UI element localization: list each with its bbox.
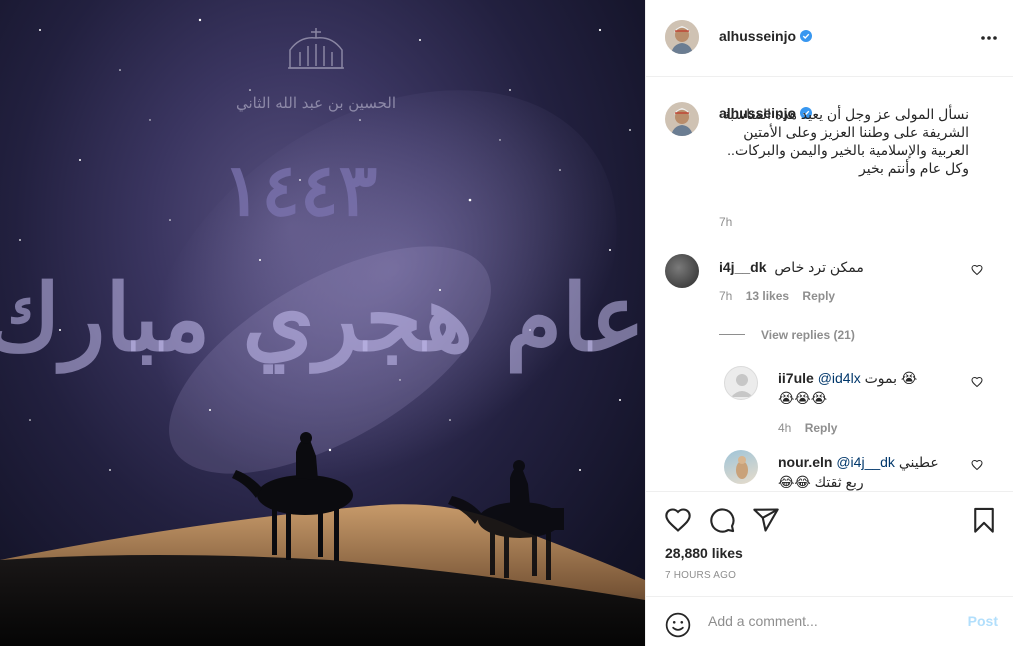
add-comment-bar: Post xyxy=(646,596,1013,646)
year-text: ١٤٤٣ xyxy=(223,147,378,232)
heart-icon[interactable] xyxy=(664,506,692,534)
post-artwork: الحسين بن عبد الله الثاني ١٤٤٣ عام هجري … xyxy=(0,18,645,646)
signature-text: الحسين بن عبد الله الثاني xyxy=(236,94,396,112)
comment-reply-button[interactable]: Reply xyxy=(802,289,835,303)
replies-divider xyxy=(719,334,745,335)
reply-emojis: 😭😭😭 xyxy=(778,390,828,406)
like-reply-icon[interactable] xyxy=(971,376,983,388)
share-icon[interactable] xyxy=(752,506,780,534)
comment-input[interactable] xyxy=(708,613,938,629)
post-actions: 28,880 likes 7 HOURS AGO xyxy=(646,491,1013,596)
post-header: alhusseinjo xyxy=(646,0,1013,77)
comment-likes[interactable]: 13 likes xyxy=(746,289,789,303)
bookmark-icon[interactable] xyxy=(970,506,998,534)
likes-count[interactable]: 28,880 likes xyxy=(665,545,743,561)
reply-mention[interactable]: @i4j__dk xyxy=(836,454,895,470)
reply-text: عطيني xyxy=(898,454,939,470)
commenter-avatar[interactable] xyxy=(665,254,699,288)
caption-timestamp[interactable]: 7h xyxy=(719,215,732,229)
post-comment-button[interactable]: Post xyxy=(968,613,998,629)
comment-icon[interactable] xyxy=(708,506,736,534)
reply-avatar[interactable] xyxy=(724,450,758,484)
view-replies-label[interactable]: View replies (21) xyxy=(761,328,855,342)
reply-photo xyxy=(736,456,748,479)
reply-text-line2: ربع ثقتك 😂😂 xyxy=(778,474,864,490)
comment-timestamp[interactable]: 7h xyxy=(719,289,732,303)
author-photo xyxy=(665,102,699,136)
post-image[interactable]: الحسين بن عبد الله الثاني ١٤٤٣ عام هجري … xyxy=(0,0,645,646)
like-reply-icon[interactable] xyxy=(971,459,983,471)
reply-mention[interactable]: @id4lx xyxy=(818,370,861,386)
reply-avatar[interactable] xyxy=(724,366,758,400)
default-avatar-icon xyxy=(731,374,753,397)
post-side-panel: alhusseinjo alhusseinjo نسأل المولى عز و… xyxy=(645,0,1013,646)
post-time[interactable]: 7 HOURS AGO xyxy=(665,570,736,581)
reply-username[interactable]: nour.eln xyxy=(778,454,832,470)
author-avatar[interactable] xyxy=(665,20,699,54)
reply-timestamp[interactable]: 4h xyxy=(778,421,791,435)
comments-list[interactable]: alhusseinjo نسأل المولى عز وجل أن يعيد ه… xyxy=(646,78,1013,491)
greeting-text: عام هجري مبارك xyxy=(0,264,645,374)
author-photo xyxy=(665,20,699,54)
reply-reply-button[interactable]: Reply xyxy=(805,421,838,435)
comment-username[interactable]: i4j__dk xyxy=(719,259,766,275)
crown-emblem xyxy=(288,28,344,69)
emoji-icon[interactable] xyxy=(665,612,691,638)
view-replies-button[interactable]: View replies (21) xyxy=(719,326,855,342)
caption-avatar[interactable] xyxy=(665,102,699,136)
author-username[interactable]: alhusseinjo xyxy=(719,28,796,44)
like-comment-icon[interactable] xyxy=(971,264,983,276)
reply-text: بموت 😭 xyxy=(864,370,918,386)
verified-icon xyxy=(800,30,813,42)
reply-username[interactable]: ii7ule xyxy=(778,370,814,386)
more-options-icon[interactable] xyxy=(980,29,998,47)
caption-text: نسأل المولى عز وجل أن يعيد هذه المناسبة … xyxy=(722,106,969,176)
comment-text: ممكن ترد خاص xyxy=(774,259,864,275)
